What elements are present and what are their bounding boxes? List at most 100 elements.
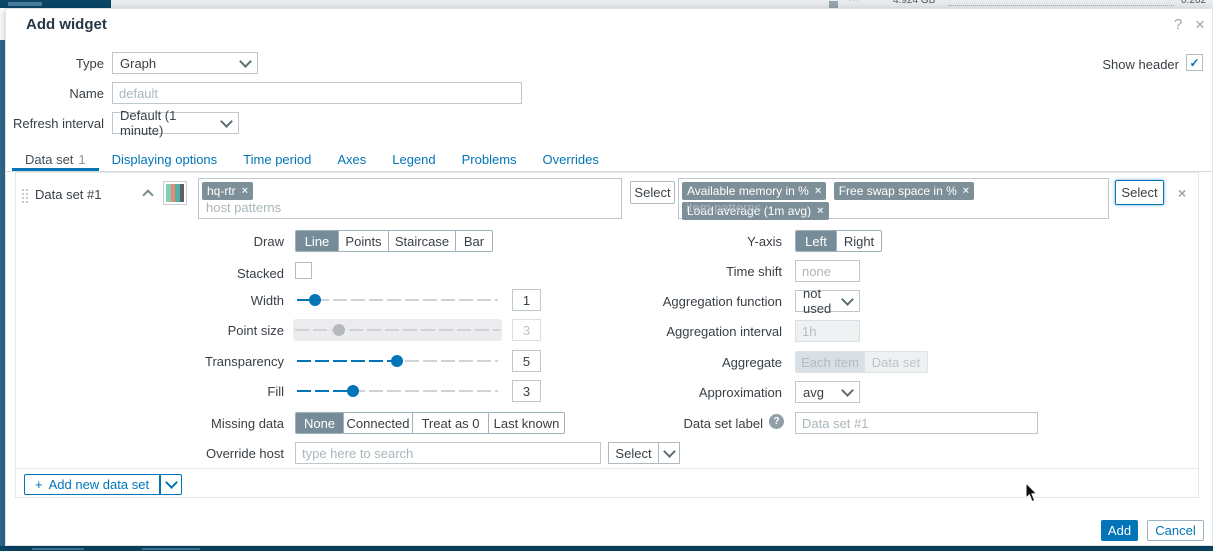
approximation-value: avg — [803, 385, 824, 400]
cancel-button[interactable]: Cancel — [1147, 520, 1204, 541]
draw-segmented: Line Points Staircase Bar — [295, 230, 493, 252]
override-host-select-split: Select — [608, 442, 680, 464]
aggregation-function-label: Aggregation function — [516, 294, 782, 309]
y-axis-right[interactable]: Right — [836, 231, 881, 251]
type-label: Type — [6, 56, 104, 71]
tag-remove-icon[interactable]: × — [242, 185, 248, 197]
y-axis-left[interactable]: Left — [796, 231, 836, 251]
stacked-checkbox[interactable] — [295, 262, 312, 279]
type-select-value: Graph — [120, 56, 156, 71]
missing-data-treat-as-0[interactable]: Treat as 0 — [412, 413, 488, 433]
chevron-down-icon — [239, 55, 252, 68]
data-set-title: Data set #1 — [35, 187, 102, 202]
draw-option-points[interactable]: Points — [338, 231, 388, 251]
override-host-select-button[interactable]: Select — [608, 442, 659, 464]
show-header-checkbox[interactable]: ✓ — [1186, 54, 1203, 71]
aggregate-label: Aggregate — [516, 355, 782, 370]
refresh-interval-select[interactable]: Default (1 minute) — [112, 112, 239, 134]
item-patterns-placeholder: item patterns — [686, 200, 761, 215]
help-icon[interactable]: ? — [1174, 17, 1182, 32]
refresh-interval-label: Refresh interval — [6, 116, 104, 131]
tag-remove-icon[interactable]: × — [817, 205, 823, 217]
tab-axes[interactable]: Axes — [324, 148, 379, 171]
missing-data-connected[interactable]: Connected — [343, 413, 412, 433]
item-select-button[interactable]: Select — [1115, 180, 1164, 205]
aggregate-data-set: Data set — [864, 352, 927, 372]
item-tag: Free swap space in % × — [834, 182, 975, 200]
override-host-select-chevron[interactable] — [659, 442, 680, 464]
draw-option-line[interactable]: Line — [296, 231, 338, 251]
add-new-data-set-chevron[interactable] — [160, 474, 182, 495]
item-patterns-multiselect[interactable]: Available memory in % × Free swap space … — [678, 178, 1109, 219]
point-size-slider — [293, 319, 502, 341]
aggregation-function-select[interactable]: not used — [795, 290, 860, 312]
tag-remove-icon[interactable]: × — [963, 185, 969, 197]
draw-option-staircase[interactable]: Staircase — [388, 231, 455, 251]
slider-handle — [333, 324, 345, 336]
help-circle-icon[interactable]: ? — [769, 414, 784, 429]
transparency-slider[interactable] — [295, 350, 500, 372]
missing-data-none[interactable]: None — [296, 413, 343, 433]
draw-option-bar[interactable]: Bar — [455, 231, 492, 251]
slider-handle[interactable] — [309, 294, 321, 306]
add-widget-dialog: Add widget ? × Type Graph Name Refresh i… — [5, 8, 1213, 546]
time-shift-label: Time shift — [516, 264, 782, 279]
background-percent-text: 0.262 — [1181, 0, 1206, 6]
width-slider[interactable] — [295, 289, 500, 311]
swatch-stripe — [180, 184, 185, 202]
slider-handle[interactable] — [391, 355, 403, 367]
transparency-label: Transparency — [16, 354, 284, 369]
tab-time-period[interactable]: Time period — [230, 148, 324, 171]
add-button[interactable]: Add — [1101, 520, 1138, 541]
tag-remove-icon[interactable]: × — [815, 185, 821, 197]
check-icon: ✓ — [1189, 56, 1199, 70]
show-header-label: Show header — [1046, 57, 1179, 72]
background-page-top: ⋯ 4.924 GB 0.262 — [0, 0, 1213, 8]
aggregation-interval-label: Aggregation interval — [516, 324, 782, 339]
y-axis-label: Y-axis — [516, 234, 782, 249]
panel-divider — [16, 468, 1198, 469]
host-patterns-multiselect[interactable]: hq-rtr × host patterns — [198, 178, 622, 219]
chevron-down-icon — [841, 293, 854, 306]
item-tag: Available memory in % × — [682, 182, 826, 200]
time-shift-input[interactable] — [795, 260, 860, 282]
draw-label: Draw — [16, 234, 284, 249]
tab-problems[interactable]: Problems — [449, 148, 530, 171]
color-palette-swatch[interactable] — [163, 181, 187, 205]
plus-icon: + — [35, 477, 43, 492]
background-page-bottom — [0, 546, 1213, 551]
screen: ⋯ 4.924 GB 0.262 Add widget ? × Type Gra… — [0, 0, 1213, 551]
approximation-select[interactable]: avg — [795, 381, 860, 403]
host-select-button[interactable]: Select — [630, 181, 675, 204]
tab-data-set[interactable]: Data set1 — [12, 148, 99, 171]
aggregate-segmented: Each item Data set — [795, 351, 928, 373]
add-new-data-set-split: + Add new data set — [24, 474, 182, 496]
add-new-data-set-button[interactable]: + Add new data set — [24, 474, 160, 495]
tab-legend[interactable]: Legend — [379, 148, 448, 171]
data-set-panel: Data set #1 hq-rtr × host patterns Selec… — [15, 172, 1199, 498]
close-icon[interactable]: × — [1195, 16, 1205, 33]
drag-handle-icon[interactable] — [22, 189, 24, 191]
host-patterns-placeholder: host patterns — [206, 200, 281, 215]
background-menu-dots: ⋯ — [848, 0, 860, 6]
chevron-down-icon — [220, 115, 233, 128]
dialog-title: Add widget — [26, 16, 107, 33]
aggregation-function-value: not used — [803, 286, 843, 316]
background-size-text: 4.924 GB — [893, 0, 935, 6]
tab-overrides[interactable]: Overrides — [530, 148, 612, 171]
background-logo-fragment — [8, 2, 42, 6]
chevron-down-icon — [165, 476, 178, 489]
data-set-remove-icon[interactable]: × — [1178, 185, 1186, 201]
chevron-down-icon — [841, 384, 854, 397]
refresh-interval-value: Default (1 minute) — [120, 108, 222, 138]
data-set-label-input[interactable] — [795, 412, 1038, 434]
override-host-input[interactable] — [295, 442, 601, 464]
point-size-label: Point size — [16, 323, 284, 338]
fill-slider[interactable] — [295, 380, 500, 402]
slider-handle[interactable] — [347, 385, 359, 397]
missing-data-label: Missing data — [16, 416, 284, 431]
collapse-chevron-icon[interactable] — [142, 189, 153, 200]
type-select[interactable]: Graph — [112, 52, 258, 74]
name-input[interactable] — [112, 82, 522, 104]
tab-displaying-options[interactable]: Displaying options — [99, 148, 231, 171]
